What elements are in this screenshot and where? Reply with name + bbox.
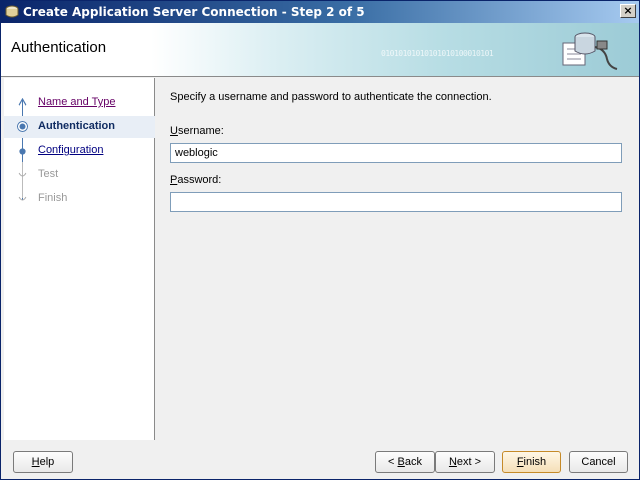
header-banner: 01010101010101010100010101 Authenticatio… xyxy=(1,23,639,77)
window-title: Create Application Server Connection - S… xyxy=(23,5,365,19)
close-icon: × xyxy=(623,4,633,17)
instructions-text: Specify a username and password to authe… xyxy=(170,91,492,103)
step-label: Name and Type xyxy=(38,96,116,108)
username-mnemonic: U xyxy=(170,125,178,137)
step-content: Specify a username and password to authe… xyxy=(156,78,638,440)
title-bar[interactable]: Create Application Server Connection - S… xyxy=(1,1,639,23)
step-label: Authentication xyxy=(38,120,115,132)
back-button[interactable]: < Back xyxy=(375,451,435,473)
wizard-window: Create Application Server Connection - S… xyxy=(0,0,640,480)
back-label: ack xyxy=(404,456,422,468)
next-mnemonic: N xyxy=(448,456,457,468)
next-label: ext > xyxy=(456,456,482,468)
finish-button[interactable]: Finish xyxy=(502,451,561,473)
step-label: Finish xyxy=(38,192,68,204)
current-step-icon xyxy=(17,121,28,132)
step-pending-icon xyxy=(18,196,27,201)
step-navigator: Name and Type Authentication Configurati… xyxy=(4,78,155,440)
help-mnemonic: H xyxy=(31,456,40,468)
step-test: Test xyxy=(4,164,155,186)
step-authentication[interactable]: Authentication xyxy=(4,116,155,138)
step-label: Test xyxy=(38,168,59,180)
cancel-label: Cancel xyxy=(581,456,616,468)
server-connection-icon xyxy=(562,32,618,70)
finish-label: inish xyxy=(523,456,547,468)
step-pending-icon xyxy=(18,172,27,177)
page-title: Authentication xyxy=(11,39,107,56)
username-label-text: sername: xyxy=(177,125,224,137)
back-label-pre: < xyxy=(388,456,398,468)
step-name-and-type[interactable]: Name and Type xyxy=(4,92,155,114)
step-label: Configuration xyxy=(38,144,104,156)
help-label: elp xyxy=(39,456,55,468)
banner-binary-text: 01010101010101010100010101 xyxy=(381,49,494,58)
next-button[interactable]: Next > xyxy=(435,451,495,473)
password-label: Password: xyxy=(170,174,221,186)
button-bar: Help < Back Next > Finish Cancel xyxy=(1,441,639,479)
cancel-button[interactable]: Cancel xyxy=(569,451,628,473)
step-dot-icon xyxy=(19,148,26,155)
username-label: Username: xyxy=(170,125,224,137)
password-label-text: assword: xyxy=(177,174,222,186)
password-field[interactable] xyxy=(170,192,622,212)
close-button[interactable]: × xyxy=(620,4,636,18)
step-finish: Finish xyxy=(4,188,155,210)
help-button[interactable]: Help xyxy=(13,451,73,473)
app-icon xyxy=(5,5,19,18)
back-mnemonic: B xyxy=(397,456,405,468)
visited-step-icon xyxy=(18,98,27,107)
finish-mnemonic: F xyxy=(516,456,524,468)
step-configuration[interactable]: Configuration xyxy=(4,140,155,162)
username-field[interactable] xyxy=(170,143,622,163)
